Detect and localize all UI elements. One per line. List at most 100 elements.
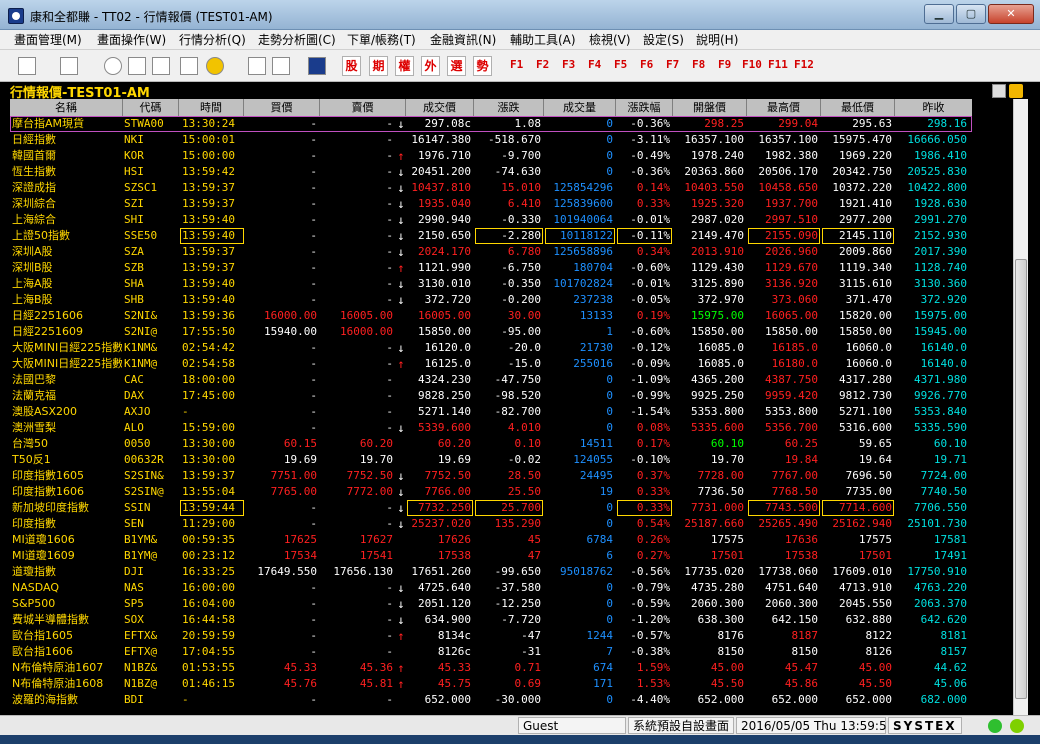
menu-order-account[interactable]: 下單/帳務(T) bbox=[347, 32, 416, 48]
table-row[interactable]: 新加坡印度指數 SSIN 13:59:44- - ↓ 7732.250 25.700 0 0.3… bbox=[10, 500, 972, 516]
table-row[interactable]: N布倫特原油1608 N1BZ@ 01:46:15 45.76 45.81 ↑ 45.75 0… bbox=[10, 676, 972, 692]
col-last[interactable]: 成交價 bbox=[406, 99, 474, 116]
table-row[interactable]: 日經指數 NKI 15:00:01 - - 16147.380 -518.670 0 -3.11… bbox=[10, 132, 972, 148]
stock-button[interactable]: 股 bbox=[342, 56, 361, 76]
search-icon[interactable] bbox=[104, 57, 122, 75]
options-button[interactable]: 權 bbox=[395, 56, 414, 76]
col-low[interactable]: 最低價 bbox=[821, 99, 895, 116]
table-row[interactable]: 大阪MINI日經225指數 K1NM& 02:54:42- - ↓ 16120.0 -20.… bbox=[10, 340, 972, 356]
table-row[interactable]: 歐台指1606 EFTX@ 17:04:55 - - 8126c -31 7 -0.38% 815… bbox=[10, 644, 972, 660]
chart-icon[interactable] bbox=[272, 57, 290, 75]
menu-quote-analysis[interactable]: 行情分析(Q) bbox=[179, 32, 246, 48]
col-name[interactable]: 名稱 bbox=[10, 99, 123, 116]
table-row[interactable]: NASDAQ NAS 16:00:00- - ↓ 4725.640 -37.580 0 -0.7… bbox=[10, 580, 972, 596]
table-row[interactable]: 費城半導體指數 SOX 16:44:58- - ↓ 634.900 -7.720 0 -1.20… bbox=[10, 612, 972, 628]
col-code[interactable]: 代碼 bbox=[123, 99, 179, 116]
table-row[interactable]: 印度指數1605 S2SIN& 13:59:37 7751.00 7752.50 ↓ 775… bbox=[10, 468, 972, 484]
col-time[interactable]: 時間 bbox=[179, 99, 244, 116]
f10-key[interactable]: F10 bbox=[742, 58, 762, 71]
close-button[interactable]: ✕ bbox=[988, 4, 1034, 24]
table-row[interactable]: 深證成指 SZSC1 13:59:37- - ↓ 10437.810 15.010 12585… bbox=[10, 180, 972, 196]
f1-key[interactable]: F1 bbox=[510, 58, 523, 71]
window-icon[interactable] bbox=[180, 57, 198, 75]
col-bid[interactable]: 買價 bbox=[244, 99, 320, 116]
table-row[interactable]: 恆生指數 HSI 13:59:42- - ↓ 20451.200 -74.630 0 -0.36… bbox=[10, 164, 972, 180]
f11-key[interactable]: F11 bbox=[768, 58, 788, 71]
f7-key[interactable]: F7 bbox=[666, 58, 679, 71]
col-pct[interactable]: 漲跌幅 bbox=[616, 99, 673, 116]
table-row[interactable]: 上海綜合 SHI 13:59:40- - ↓ 2990.940 -0.330 10194006… bbox=[10, 212, 972, 228]
col-prev-close[interactable]: 昨收 bbox=[895, 99, 972, 116]
table-row[interactable]: MI道瓊1606 B1YM& 00:59:35 17625 17627 17626 45 67… bbox=[10, 532, 972, 548]
table-row[interactable]: 道瓊指數 DJI 16:33:25 17649.550 17656.130 17651.2… bbox=[10, 564, 972, 580]
table-row[interactable]: 深圳A股 SZA 13:59:37- - ↓ 2024.170 6.780 125658896… bbox=[10, 244, 972, 260]
table-row[interactable]: 法國巴黎 CAC 18:00:00 - - 4324.230 -47.750 0 -1.09% 4… bbox=[10, 372, 972, 388]
minimize-button[interactable]: ▁ bbox=[924, 4, 954, 24]
table-row[interactable]: 日經2251609 S2NI@ 17:55:50 15940.00 16000.00 15… bbox=[10, 324, 972, 340]
table-row[interactable]: 澳洲雪梨 ALO 15:59:00- - ↓ 5339.600 4.010 0 0.08% 533… bbox=[10, 420, 972, 436]
f2-key[interactable]: F2 bbox=[536, 58, 549, 71]
print-icon[interactable] bbox=[60, 57, 78, 75]
cell-change: -37.580 bbox=[494, 581, 541, 594]
select-button[interactable]: 選 bbox=[447, 56, 466, 76]
futures-button[interactable]: 期 bbox=[369, 56, 388, 76]
table-row[interactable]: T50反1 00632R 13:30:00 19.69 19.70 19.69 -0.02 1… bbox=[10, 452, 972, 468]
table-row[interactable]: 法蘭克福 DAX 17:45:00 - - 9828.250 -98.520 0 -0.99% 9… bbox=[10, 388, 972, 404]
col-ask[interactable]: 賣價 bbox=[320, 99, 406, 116]
table-row[interactable]: 澳股ASX200 AXJO - - - 5271.140 -82.700 0 -1.54% 535… bbox=[10, 404, 972, 420]
table-row[interactable]: 韓國首爾 KOR 15:00:00- - ↑ 1976.710 -9.700 0 -0.49% 1… bbox=[10, 148, 972, 164]
f5-key[interactable]: F5 bbox=[614, 58, 627, 71]
table-row[interactable]: 上海A股 SHA 13:59:40- - ↓ 3130.010 -0.350 10170282… bbox=[10, 276, 972, 292]
f4-key[interactable]: F4 bbox=[588, 58, 601, 71]
table-row[interactable]: N布倫特原油1607 N1BZ& 01:53:55 45.33 45.36 ↑ 45.33 0… bbox=[10, 660, 972, 676]
f3-key[interactable]: F3 bbox=[562, 58, 575, 71]
table-row[interactable]: 深圳綜合 SZI 13:59:37- - ↓ 1935.040 6.410 125839600… bbox=[10, 196, 972, 212]
restore-panel-icon[interactable] bbox=[992, 84, 1006, 98]
menu-settings[interactable]: 設定(S) bbox=[643, 32, 684, 48]
col-volume[interactable]: 成交量 bbox=[544, 99, 616, 116]
table-row[interactable]: 摩台指AM現貨 STWA00 13:30:24- - ↓ 297.08c 1.08 0 -0.3… bbox=[10, 116, 972, 132]
table-row[interactable]: 上海B股 SHB 13:59:40- - ↓ 372.720 -0.200 237238 -0.… bbox=[10, 292, 972, 308]
link-icon[interactable] bbox=[248, 57, 266, 75]
menu-help[interactable]: 說明(H) bbox=[696, 32, 738, 48]
table-row[interactable]: 日經2251606 S2NI& 13:59:36 16000.00 16005.00 16… bbox=[10, 308, 972, 324]
menu-view[interactable]: 檢視(V) bbox=[589, 32, 631, 48]
menu-trend-chart[interactable]: 走勢分析圖(C) bbox=[258, 32, 336, 48]
close-window-icon[interactable] bbox=[128, 57, 146, 75]
col-open[interactable]: 開盤價 bbox=[673, 99, 747, 116]
col-high[interactable]: 最高價 bbox=[747, 99, 821, 116]
grid-icon[interactable] bbox=[152, 57, 170, 75]
globe-icon[interactable] bbox=[206, 57, 224, 75]
menu-screen-manage[interactable]: 畫面管理(M) bbox=[14, 32, 82, 48]
layout-icon[interactable] bbox=[18, 57, 36, 75]
table-row[interactable]: 歐台指1605 EFTX& 20:59:59- - ↑ 8134c -47 1244 -0.57… bbox=[10, 628, 972, 644]
menu-finance-info[interactable]: 金融資訊(N) bbox=[430, 32, 496, 48]
table-row[interactable]: MI道瓊1609 B1YM@ 00:23:12 17534 17541 17538 47 6 0… bbox=[10, 548, 972, 564]
vertical-scrollbar[interactable] bbox=[1013, 99, 1028, 719]
table-row[interactable]: 台灣50 0050 13:30:00 60.15 60.20 60.20 0.10 14511… bbox=[10, 436, 972, 452]
menu-tools[interactable]: 輔助工具(A) bbox=[510, 32, 576, 48]
cell-prev-close: 17750.910 bbox=[907, 565, 967, 578]
lock-icon[interactable] bbox=[1009, 84, 1023, 98]
foreign-button[interactable]: 外 bbox=[421, 56, 440, 76]
title-bar[interactable]: 康和全都賺 - TT02 - 行情報價 (TEST01-AM) ▁ ▢ ✕ bbox=[0, 0, 1040, 30]
table-row[interactable]: 印度指數1606 S2SIN@ 13:55:04 7765.00 7772.00 ↓ 776… bbox=[10, 484, 972, 500]
cell-arrow: ↓ bbox=[397, 117, 405, 131]
table-row[interactable]: 深圳B股 SZB 13:59:37- - ↑ 1121.990 -6.750 180704 -0… bbox=[10, 260, 972, 276]
col-change[interactable]: 漲跌 bbox=[474, 99, 544, 116]
table-row[interactable]: 上證50指數 SSE50 13:59:40- - ↓ 2150.650 -2.280 1011… bbox=[10, 228, 972, 244]
scrollbar-thumb[interactable] bbox=[1015, 259, 1027, 699]
menu-screen-operate[interactable]: 畫面操作(W) bbox=[97, 32, 166, 48]
maximize-button[interactable]: ▢ bbox=[956, 4, 986, 24]
f9-key[interactable]: F9 bbox=[718, 58, 731, 71]
panel-window-controls[interactable] bbox=[992, 84, 1028, 98]
brand-icon[interactable] bbox=[308, 57, 326, 75]
f8-key[interactable]: F8 bbox=[692, 58, 705, 71]
table-row[interactable]: S&P500 SP5 16:04:00- - ↓ 2051.120 -12.250 0 -0.5… bbox=[10, 596, 972, 612]
f12-key[interactable]: F12 bbox=[794, 58, 814, 71]
f6-key[interactable]: F6 bbox=[640, 58, 653, 71]
table-row[interactable]: 大阪MINI日經225指數 K1NM@ 02:54:58- - ↑ 16125.0 -15.… bbox=[10, 356, 972, 372]
trend-button[interactable]: 勢 bbox=[473, 56, 492, 76]
table-row[interactable]: 印度指數 SEN 11:29:00- - ↓ 25237.020 135.290 0 0.54%… bbox=[10, 516, 972, 532]
table-row[interactable]: 波羅的海指數 BDI - - - 652.000 -30.000 0 -4.40% 652.000… bbox=[10, 692, 972, 708]
